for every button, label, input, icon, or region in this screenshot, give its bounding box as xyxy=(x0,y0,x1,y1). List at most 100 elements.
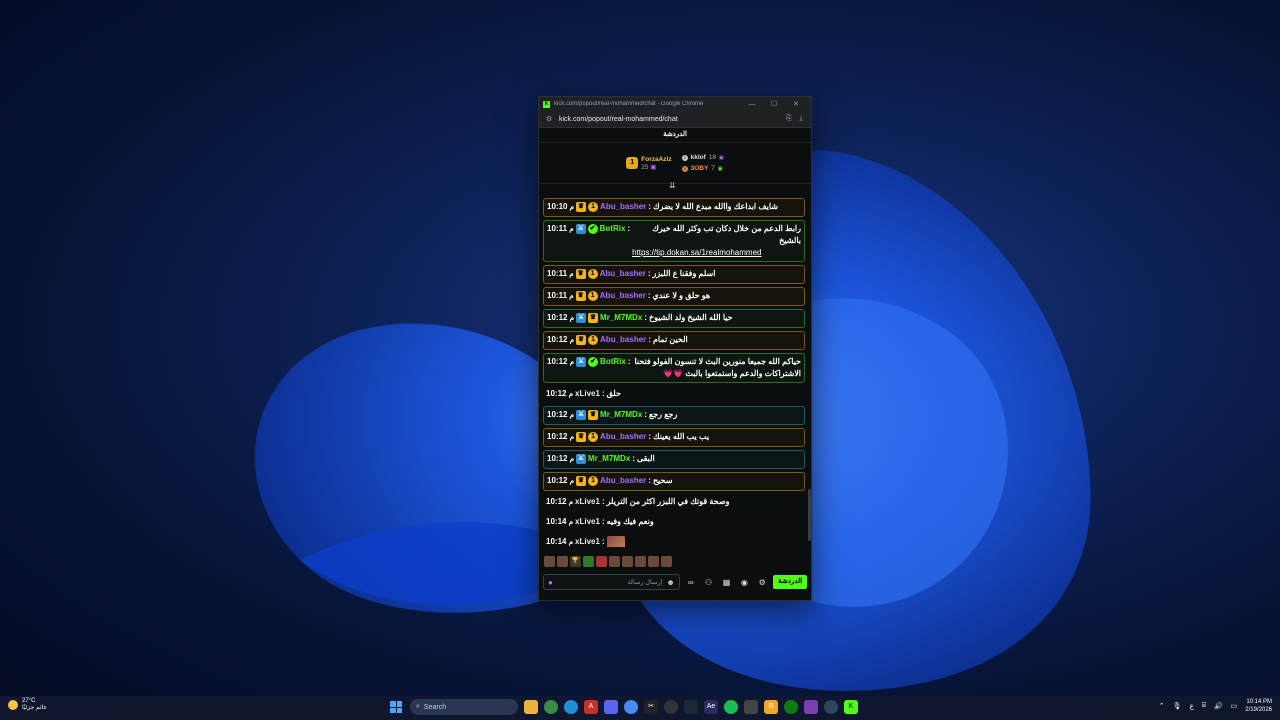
crown-badge-icon[interactable]: ♛ xyxy=(576,335,587,345)
discord-icon[interactable] xyxy=(604,700,618,714)
crown-badge-icon[interactable]: ♛ xyxy=(576,432,587,442)
message-username[interactable]: BotRix xyxy=(600,356,626,368)
volume-icon[interactable]: 🔊 xyxy=(1214,702,1223,710)
language-indicator[interactable]: ع xyxy=(1190,702,1194,710)
emote[interactable] xyxy=(609,556,620,567)
maximize-icon[interactable]: ☐ xyxy=(763,100,785,108)
microphone-icon[interactable]: 🎙 xyxy=(1173,702,1182,710)
chat-message[interactable]: 10:11 م ♛ 1 Abu_basher: هو حلق و لا عندي xyxy=(543,287,805,306)
leaderboard-first[interactable]: 1 ForzaAziz 25 ▣ xyxy=(626,156,672,171)
chat-message[interactable]: 10:12 م ♛ 1 Abu_basher: سحيح xyxy=(543,472,805,491)
message-username[interactable]: Mr_M7MDx xyxy=(588,453,630,465)
emote[interactable] xyxy=(583,556,594,567)
emote[interactable] xyxy=(596,556,607,567)
chat-message[interactable]: 10:12 م xLive1: وصحة قوتك في اللبزر اكثر م… xyxy=(543,494,805,511)
chat-message[interactable]: 10:12 م xLive1: حلق xyxy=(543,386,805,403)
crown-badge-icon[interactable]: ♛ xyxy=(575,269,586,279)
chat-message[interactable]: 10:14 م xLive1: xyxy=(543,534,805,547)
message-username[interactable]: Abu_basher xyxy=(600,201,646,213)
chat-message[interactable]: 10:12 م ⚔ ♛ Mr_M7MDx: رجع رجع xyxy=(543,406,805,425)
chrome-active-icon[interactable] xyxy=(624,700,638,714)
translate-icon[interactable]: ⎘ xyxy=(783,115,795,123)
message-emote-image[interactable] xyxy=(606,536,625,547)
emote[interactable] xyxy=(622,556,633,567)
crown-badge-icon[interactable]: ♛ xyxy=(576,476,587,486)
chrome-icon[interactable] xyxy=(544,700,558,714)
edge-icon[interactable] xyxy=(564,700,578,714)
chat-message[interactable]: 10:12 م ⚔ ✔ BotRix: حياكم الله جميعا منورين … xyxy=(543,353,805,383)
app-icon[interactable] xyxy=(744,700,758,714)
emoji-icon[interactable]: ☻ xyxy=(666,578,674,587)
coin-badge-icon[interactable]: 1 xyxy=(587,291,598,301)
sword-badge-icon[interactable]: ⚔ xyxy=(576,410,587,420)
sword-badge-icon[interactable]: ⚔ xyxy=(576,454,587,464)
battery-icon[interactable]: ▭ xyxy=(1231,702,1238,710)
leaderboard-third[interactable]: 3 3OBY 7 ▣ xyxy=(681,165,724,172)
clock[interactable]: 10:14 PM 2/19/2026 xyxy=(1245,698,1272,714)
chat-scrollbar[interactable] xyxy=(808,489,811,541)
loop-icon[interactable]: ∞ xyxy=(684,578,698,587)
message-username[interactable]: xLive1 xyxy=(575,388,600,400)
message-username[interactable]: Abu_basher xyxy=(600,268,646,280)
message-username[interactable]: Abu_basher xyxy=(600,475,646,487)
settings-gear-icon[interactable]: ⚙ xyxy=(755,578,769,587)
message-username[interactable]: xLive1 xyxy=(575,516,600,528)
send-chat-button[interactable]: الدردشة xyxy=(773,575,808,589)
crown-badge-icon[interactable]: ♛ xyxy=(588,313,599,323)
chat-input[interactable]: ● إرسال رسالة ☻ xyxy=(543,574,680,590)
coin-badge-icon[interactable]: 1 xyxy=(588,476,599,486)
chat-message[interactable]: 10:14 م xLive1: ونعم فيك وفيه xyxy=(543,514,805,531)
network-icon[interactable]: ⌸ xyxy=(1202,702,1206,710)
emote[interactable] xyxy=(648,556,659,567)
obs-icon[interactable] xyxy=(664,700,678,714)
store-icon[interactable]: ▦ xyxy=(720,578,734,587)
crown-badge-icon[interactable]: ♛ xyxy=(575,291,586,301)
chat-message[interactable]: 10:11 م ♛ 1 Abu_basher: اسلم وفقنا ع اللبزر xyxy=(543,265,805,284)
capcut-icon[interactable]: ✂ xyxy=(644,700,658,714)
acrobat-icon[interactable]: A xyxy=(584,700,598,714)
chat-message[interactable]: 10:12 م ♛ 1 Abu_basher: يب يب الله يعينك xyxy=(543,428,805,447)
steam-icon[interactable] xyxy=(684,700,698,714)
site-settings-icon[interactable]: ⚙ xyxy=(543,115,555,123)
chat-message[interactable]: 10:10 م ♛ 1 Abu_basher: شايف ابداعك واالله م… xyxy=(543,198,805,217)
coin-badge-icon[interactable]: 1 xyxy=(588,202,599,212)
emote[interactable] xyxy=(557,556,568,567)
coin-badge-icon[interactable]: 1 xyxy=(588,432,599,442)
emote[interactable] xyxy=(661,556,672,567)
verified-badge-icon[interactable]: ✔ xyxy=(587,224,598,234)
message-username[interactable]: Abu_basher xyxy=(600,334,646,346)
emote[interactable] xyxy=(544,556,555,567)
message-username[interactable]: xLive1 xyxy=(575,496,600,508)
users-icon[interactable]: ⚇ xyxy=(702,578,716,587)
message-username[interactable]: Mr_M7MDx xyxy=(600,312,642,324)
sword-badge-icon[interactable]: ⚔ xyxy=(576,313,587,323)
chat-message[interactable]: 10:12 م ⚔ ♛ Mr_M7MDx: حيا الله الشيخ ولد الش… xyxy=(543,309,805,328)
crown-badge-icon[interactable]: ♛ xyxy=(576,202,587,212)
weather-widget[interactable]: 27°C غائم جزئيًا xyxy=(8,698,47,712)
chat-message[interactable]: 10:11 م ⚔ ✔ BotRix: رابط الدعم من خلال دكان … xyxy=(543,220,805,262)
adobe-icon[interactable]: Ae xyxy=(704,700,718,714)
xbox-icon[interactable] xyxy=(784,700,798,714)
leaderboard-second[interactable]: 2 kklof 18 ▣ xyxy=(681,154,724,161)
emote[interactable]: 🏆 xyxy=(570,556,581,567)
rockstar-icon[interactable]: R xyxy=(764,700,778,714)
url-text[interactable]: kick.com/popout/real-mohammed/chat xyxy=(555,116,783,123)
download-icon[interactable]: ⤓ xyxy=(795,115,807,123)
coin-badge-icon[interactable]: 1 xyxy=(587,269,598,279)
crown-badge-icon[interactable]: ♛ xyxy=(588,410,599,420)
taskbar-search[interactable]: ⌕ Search xyxy=(410,699,518,715)
steam-icon[interactable] xyxy=(824,700,838,714)
sword-badge-icon[interactable]: ⚔ xyxy=(575,224,586,234)
file-explorer-icon[interactable] xyxy=(524,700,538,714)
message-username[interactable]: BotRix xyxy=(600,223,626,235)
spotify-icon[interactable] xyxy=(724,700,738,714)
app-icon[interactable] xyxy=(804,700,818,714)
coin-badge-icon[interactable]: 1 xyxy=(588,335,599,345)
start-button[interactable] xyxy=(390,701,402,713)
chevron-up-icon[interactable]: ⌃ xyxy=(1159,702,1165,710)
emote[interactable] xyxy=(635,556,646,567)
collapse-arrow-icon[interactable]: ⇊ xyxy=(669,181,676,190)
message-username[interactable]: xLive1 xyxy=(575,536,600,547)
kick-icon[interactable]: K xyxy=(844,700,858,714)
verified-badge-icon[interactable]: ✔ xyxy=(588,357,599,367)
